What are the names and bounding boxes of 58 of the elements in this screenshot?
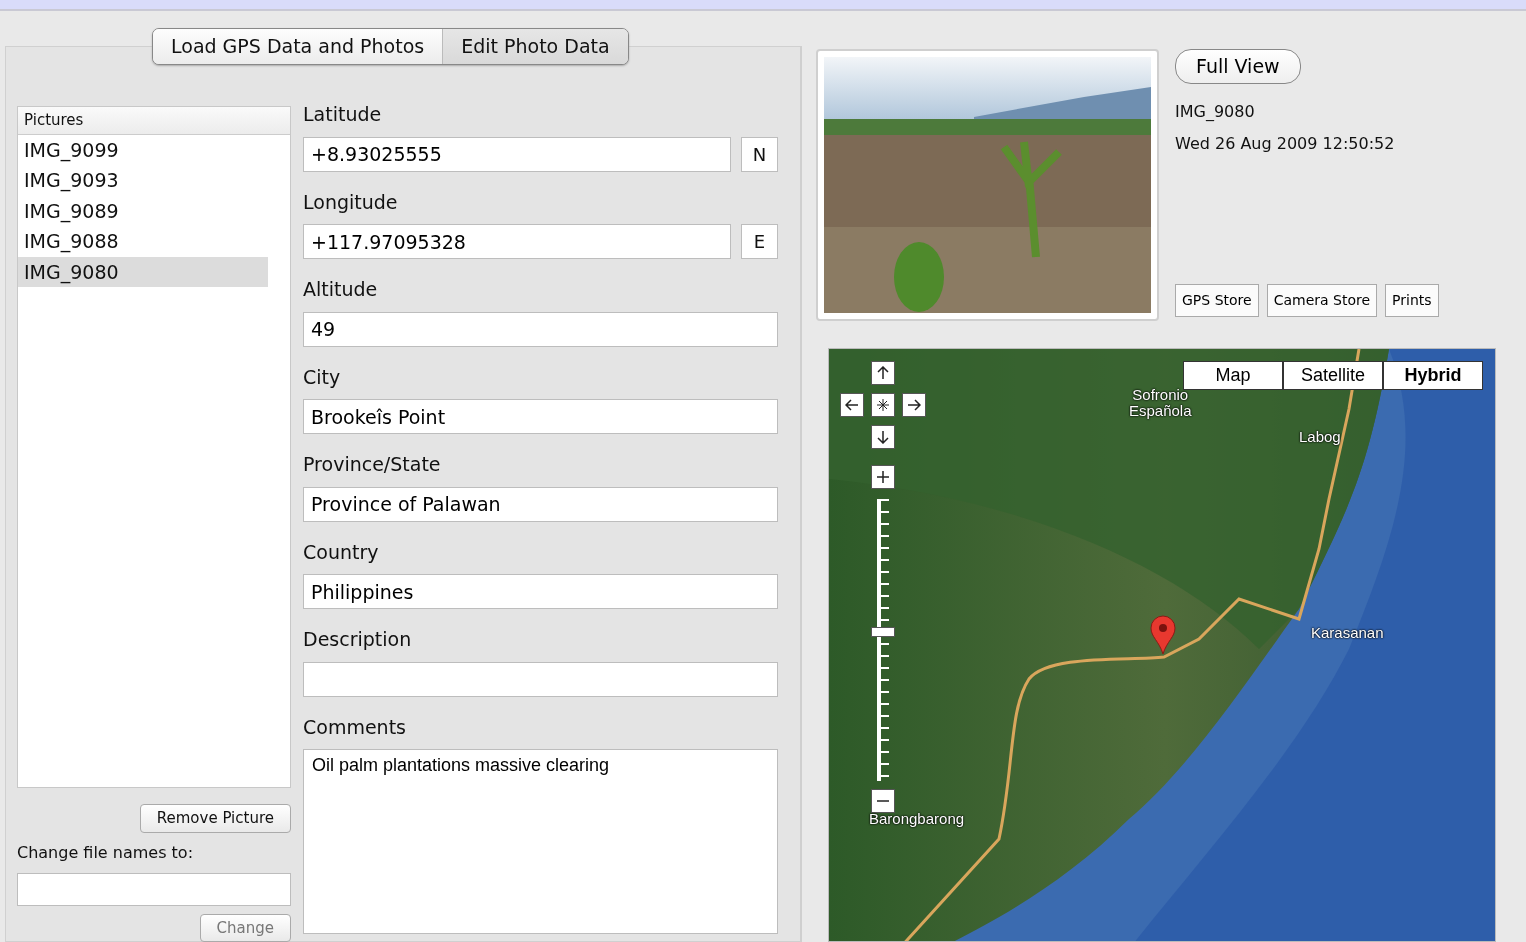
location-pin-icon[interactable] (1149, 615, 1177, 655)
file-name-field[interactable] (17, 872, 291, 906)
store-button[interactable]: Prints (1385, 284, 1439, 317)
field-label: Comments (303, 714, 407, 740)
rename-label: Change file names to: (17, 841, 195, 864)
hemisphere-field[interactable]: E (741, 224, 778, 259)
field-label: Altitude (303, 277, 379, 302)
text-field[interactable]: Brookeîs Point (303, 399, 778, 434)
text-field[interactable]: 49 (303, 311, 778, 347)
center-button[interactable] (871, 393, 895, 417)
map-place-label: Sofronio Española (1129, 387, 1192, 419)
field-label: Longitude (303, 189, 399, 215)
picture-item[interactable]: IMG_9093 (18, 165, 268, 196)
zoom-slider-thumb[interactable] (871, 626, 895, 637)
map-place-label: Karasanan (1311, 625, 1384, 641)
photo-name: IMG_9080 (1175, 100, 1256, 123)
column-header: Pictures (18, 107, 290, 135)
text-field[interactable]: +8.93025555 (303, 136, 731, 172)
tab[interactable]: Load GPS Data and Photos (153, 29, 443, 64)
map-type-tab[interactable]: Map (1183, 361, 1283, 390)
tab[interactable]: Edit Photo Data (442, 29, 628, 64)
arrow-down-icon (876, 430, 890, 444)
store-button[interactable]: GPS Store (1175, 284, 1259, 317)
field-label: Latitude (303, 102, 383, 127)
store-button[interactable]: Camera Store (1266, 284, 1378, 317)
change-button[interactable]: Change (199, 913, 291, 942)
picture-item[interactable]: IMG_9099 (18, 134, 268, 165)
map-place-label: Barongbarong (869, 811, 965, 827)
hemisphere-field[interactable]: N (741, 136, 778, 172)
text-field[interactable] (303, 661, 778, 697)
zoom-out-button[interactable] (871, 789, 895, 813)
pan-right-button[interactable] (902, 393, 926, 417)
field-label: Description (303, 627, 413, 652)
arrow-left-icon (845, 398, 859, 412)
pan-left-button[interactable] (840, 393, 864, 417)
pan-down-button[interactable] (871, 425, 895, 449)
field-label: Country (303, 539, 380, 565)
picture-item[interactable]: IMG_9088 (18, 226, 268, 257)
field-label: Province/State (303, 452, 442, 477)
comments-field[interactable]: Oil palm plantations massive clearing (303, 749, 778, 934)
text-field[interactable]: Province of Palawan (303, 486, 778, 522)
picture-item[interactable]: IMG_9080 (18, 256, 268, 287)
text-field[interactable]: +117.97095328 (303, 224, 731, 259)
remove-picture-button[interactable]: Remove Picture (139, 804, 291, 833)
photo-date: Wed 26 Aug 2009 12:50:52 (1175, 132, 1396, 155)
arrow-right-icon (907, 398, 921, 412)
center-icon (876, 398, 890, 412)
map-place-label: Labog (1299, 429, 1341, 445)
zoom-in-button[interactable] (871, 465, 895, 489)
full-view-button[interactable]: Full View (1175, 49, 1301, 84)
map-type-tab[interactable]: Satellite (1283, 361, 1383, 390)
plus-icon (876, 470, 890, 484)
picture-item[interactable]: IMG_9089 (18, 195, 268, 226)
map-type-tab[interactable]: Hybrid (1383, 361, 1483, 390)
text-field[interactable]: Philippines (303, 574, 778, 609)
arrow-up-icon (876, 366, 890, 380)
field-label: City (303, 364, 342, 390)
pan-up-button[interactable] (871, 361, 895, 385)
